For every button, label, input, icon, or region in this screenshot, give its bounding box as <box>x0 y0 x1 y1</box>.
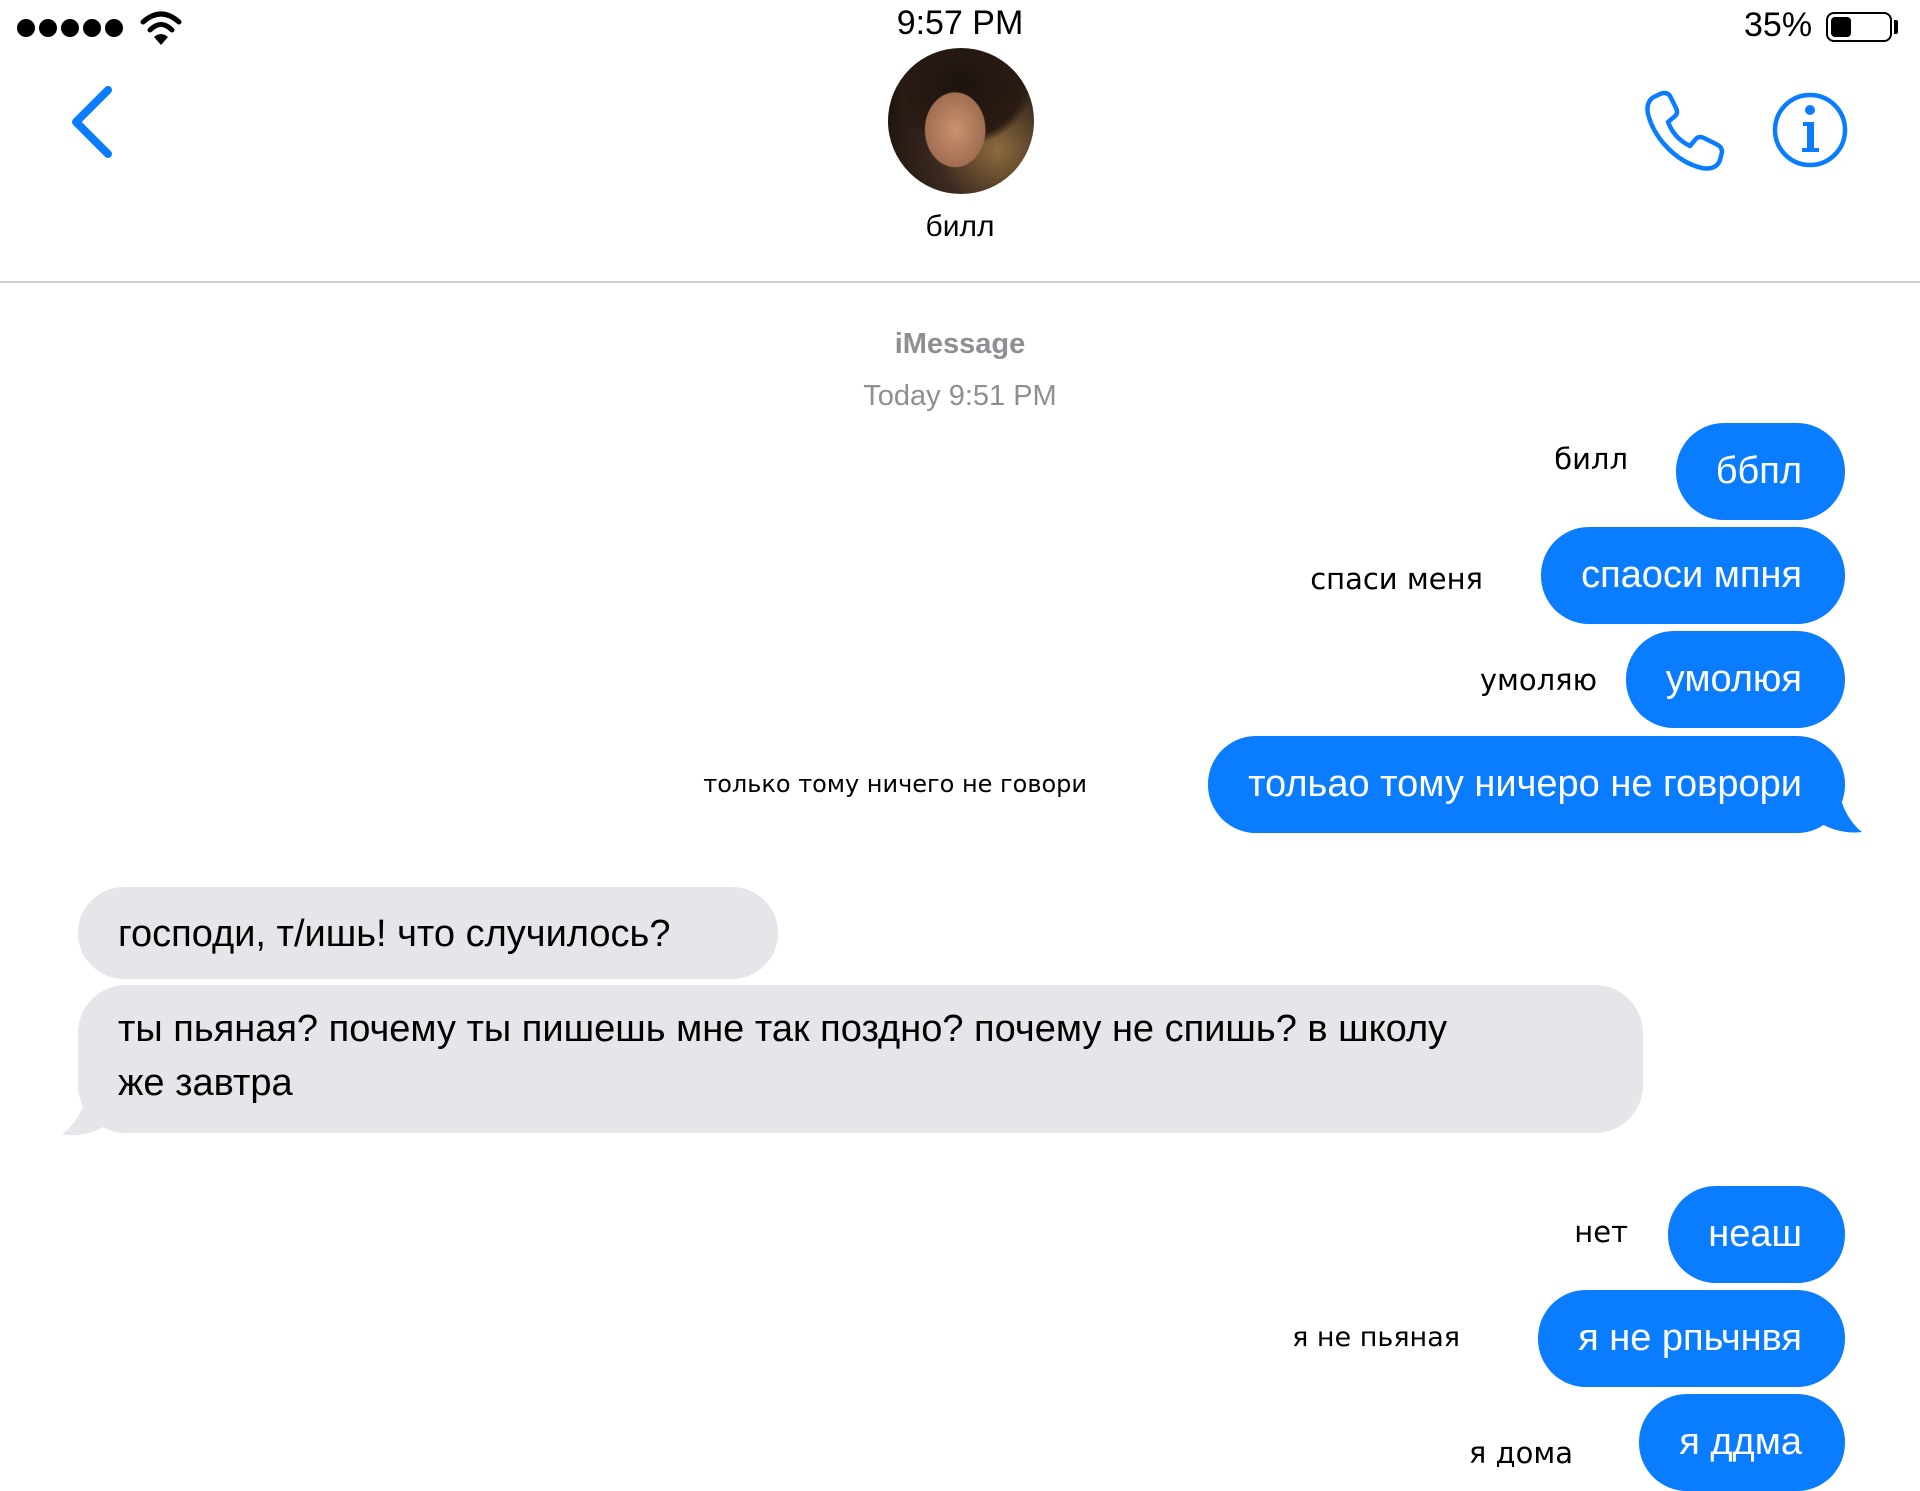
battery-percent: 35% <box>1744 6 1813 44</box>
battery-cap <box>1894 20 1898 34</box>
message-bubble-incoming[interactable]: ты пьяная? почему ты пишешь мне так позд… <box>78 985 1643 1133</box>
avatar[interactable] <box>888 48 1034 194</box>
timestamp: Today 9:51 PM <box>863 380 1057 412</box>
battery-icon <box>1826 12 1892 42</box>
translation-note: только тому ничего не говори <box>703 770 1087 798</box>
message-bubble-outgoing[interactable]: ббпл <box>1675 423 1845 520</box>
status-clock: 9:57 PM <box>896 4 1024 42</box>
message-bubble-outgoing[interactable]: тольао тому ничеро не говрори <box>1208 736 1845 833</box>
message-bubble-incoming[interactable]: господи, т/ишь! что случилось? <box>78 887 778 979</box>
message-bubble-outgoing[interactable]: я не рпьчнвя <box>1538 1290 1845 1387</box>
translation-note: я не пьяная <box>1292 1322 1460 1353</box>
info-icon[interactable] <box>1770 90 1850 170</box>
message-bubble-outgoing[interactable]: умолюя <box>1625 631 1845 728</box>
message-line: ты пьяная? почему ты пишешь мне так позд… <box>118 1008 1448 1050</box>
translation-note: спаси меня <box>1310 562 1483 596</box>
translation-note: нет <box>1574 1215 1628 1249</box>
translation-note: умоляю <box>1479 663 1597 697</box>
back-chevron-icon[interactable] <box>60 82 120 162</box>
translation-note: я дома <box>1468 1436 1573 1470</box>
message-line: же завтра <box>118 1062 293 1104</box>
message-bubble-outgoing[interactable]: я ддма <box>1639 1394 1845 1491</box>
header-divider <box>0 281 1920 283</box>
message-bubble-outgoing[interactable]: спаоси мпня <box>1541 527 1845 624</box>
contact-name[interactable]: билл <box>0 210 1920 244</box>
message-bubble-outgoing[interactable]: неаш <box>1668 1186 1845 1283</box>
phone-icon[interactable] <box>1642 88 1728 174</box>
service-label: iMessage <box>894 328 1026 360</box>
translation-note: билл <box>1554 442 1628 476</box>
